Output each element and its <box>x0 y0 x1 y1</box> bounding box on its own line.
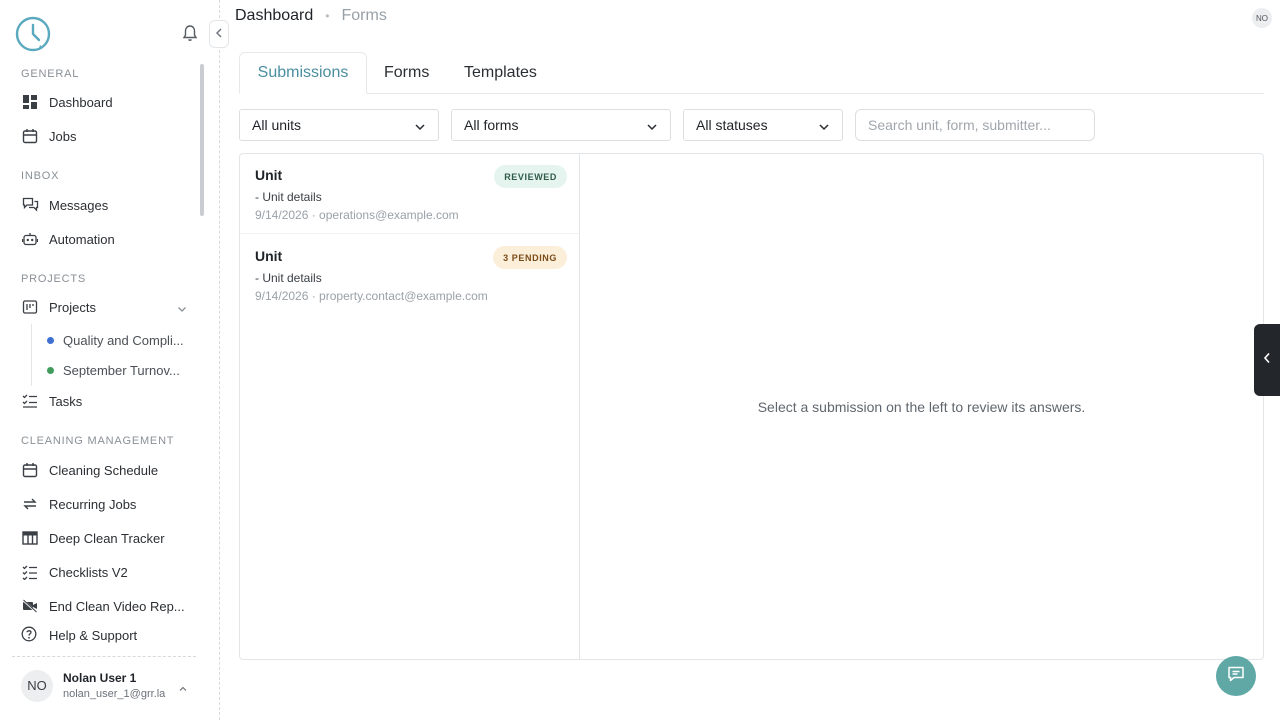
sidebar-item-label: Tasks <box>49 393 83 409</box>
projects-icon <box>21 298 39 316</box>
calendar-check-icon <box>21 461 39 479</box>
section-label-projects: PROJECTS <box>21 273 87 285</box>
section-label-inbox: INBOX <box>21 170 60 182</box>
sidebar-item-messages[interactable]: Messages <box>16 190 196 220</box>
sidebar-item-label: Dashboard <box>49 94 113 110</box>
search-input[interactable] <box>855 109 1095 141</box>
tab-forms[interactable]: Forms <box>384 52 429 94</box>
video-off-icon <box>21 597 39 615</box>
chevron-down-icon <box>646 120 658 132</box>
select-value: All forms <box>464 117 519 133</box>
submission-meta: 9/14/2026 · operations@example.com <box>255 208 459 222</box>
bell-icon[interactable] <box>182 24 200 42</box>
user-name: Nolan User 1 <box>63 671 137 685</box>
sidebar-item-label: Deep Clean Tracker <box>49 530 165 546</box>
breadcrumb-separator: • <box>325 9 330 23</box>
subproject-label: Quality and Compli... <box>63 332 184 348</box>
sidebar-item-label: Checklists V2 <box>49 564 128 580</box>
submission-subtitle: - Unit details <box>255 190 322 204</box>
robot-icon <box>21 230 39 248</box>
section-label-cleaning: CLEANING MANAGEMENT <box>21 435 175 447</box>
user-info: Nolan User 1 nolan_user_1@grr.la <box>63 671 165 700</box>
calendar-icon <box>21 127 39 145</box>
chevron-down-icon <box>414 120 426 132</box>
subproject-label: September Turnov... <box>63 362 180 378</box>
chevron-up-icon <box>178 681 188 691</box>
sidebar-item-automation[interactable]: Automation <box>16 224 196 254</box>
user-email: nolan_user_1@grr.la <box>63 688 166 700</box>
submissions-list: Unit REVIEWED - Unit details 9/14/2026 ·… <box>240 154 580 659</box>
sidebar-item-label: Help & Support <box>49 627 138 643</box>
expand-panel-button[interactable] <box>1254 324 1280 396</box>
project-color-dot <box>47 336 54 344</box>
sidebar-item-label: End Clean Video Rep... <box>49 598 185 614</box>
messages-icon <box>21 196 39 214</box>
table-icon <box>21 529 39 547</box>
status-badge: 3 PENDING <box>493 246 567 269</box>
tab-submissions[interactable]: Submissions <box>239 52 367 94</box>
sidebar-item-label: Messages <box>49 197 109 213</box>
sidebar-item-help[interactable]: Help & Support <box>16 620 196 650</box>
sidebar-item-cleaning-schedule[interactable]: Cleaning Schedule <box>16 455 196 485</box>
sidebar-item-label: Cleaning Schedule <box>49 462 159 478</box>
sidebar-item-tasks[interactable]: Tasks <box>16 386 196 416</box>
submission-subtitle: - Unit details <box>255 271 322 285</box>
sidebar-header <box>0 0 219 64</box>
chevron-left-icon <box>215 25 223 43</box>
submissions-panel: Unit REVIEWED - Unit details 9/14/2026 ·… <box>239 153 1264 660</box>
submission-meta: 9/14/2026 · property.contact@example.com <box>255 289 488 303</box>
select-value: All statuses <box>696 117 768 133</box>
sidebar-item-recurring-jobs[interactable]: Recurring Jobs <box>16 489 196 519</box>
clock-logo-icon[interactable] <box>14 15 52 53</box>
select-value: All units <box>252 117 302 133</box>
breadcrumb-current: Forms <box>341 7 387 24</box>
sidebar-item-end-clean-video[interactable]: End Clean Video Rep... <box>16 591 196 621</box>
dashboard-icon <box>21 93 39 111</box>
tab-bar: Submissions Forms Templates <box>239 52 1264 94</box>
chevron-down-icon <box>818 120 830 132</box>
chat-support-button[interactable] <box>1216 656 1256 696</box>
help-circle-icon <box>21 626 39 644</box>
section-label-general: GENERAL <box>21 68 80 80</box>
sidebar-item-checklists-v2[interactable]: Checklists V2 <box>16 557 196 587</box>
sidebar-item-dashboard[interactable]: Dashboard <box>16 87 196 117</box>
repeat-icon <box>21 495 39 513</box>
chevron-down-icon[interactable] <box>176 302 188 314</box>
chat-icon <box>1227 665 1245 688</box>
project-color-dot <box>47 366 54 374</box>
chevron-left-icon <box>1263 351 1271 369</box>
subproject-guide-line <box>31 324 32 386</box>
empty-state-message: Select a submission on the left to revie… <box>757 399 1086 415</box>
tasks-icon <box>21 392 39 410</box>
header-avatar[interactable]: NO <box>1252 8 1272 28</box>
sidebar-scrollbar[interactable] <box>200 64 204 216</box>
sidebar: GENERAL Dashboard Jobs INBOX Messages Au… <box>0 0 229 720</box>
sidebar-item-label: Projects <box>49 299 96 315</box>
sidebar-item-label: Jobs <box>49 128 77 144</box>
submission-row[interactable]: Unit REVIEWED - Unit details 9/14/2026 ·… <box>240 154 579 234</box>
sidebar-item-label: Automation <box>49 231 115 247</box>
status-badge: REVIEWED <box>494 165 567 188</box>
sidebar-subitem-project-2[interactable]: September Turnov... <box>47 359 180 381</box>
units-filter-select[interactable]: All units <box>239 109 439 141</box>
sidebar-item-deep-clean-tracker[interactable]: Deep Clean Tracker <box>16 523 196 553</box>
sidebar-item-projects[interactable]: Projects <box>16 292 196 322</box>
checklist-icon <box>21 563 39 581</box>
sidebar-item-label: Recurring Jobs <box>49 496 137 512</box>
avatar: NO <box>21 669 53 702</box>
tab-templates[interactable]: Templates <box>464 52 537 94</box>
submission-row[interactable]: Unit 3 PENDING - Unit details 9/14/2026 … <box>240 235 579 315</box>
sidebar-item-jobs[interactable]: Jobs <box>16 121 196 151</box>
breadcrumb-dashboard-link[interactable]: Dashboard <box>235 7 313 25</box>
sidebar-subitem-project-1[interactable]: Quality and Compli... <box>47 329 184 351</box>
submission-title: Unit <box>255 248 283 264</box>
breadcrumb: Dashboard • Forms <box>235 6 387 26</box>
statuses-filter-select[interactable]: All statuses <box>683 109 843 141</box>
submission-title: Unit <box>255 167 283 183</box>
user-menu[interactable]: NO Nolan User 1 nolan_user_1@grr.la <box>12 656 196 714</box>
forms-filter-select[interactable]: All forms <box>451 109 671 141</box>
collapse-sidebar-button[interactable] <box>209 20 229 48</box>
